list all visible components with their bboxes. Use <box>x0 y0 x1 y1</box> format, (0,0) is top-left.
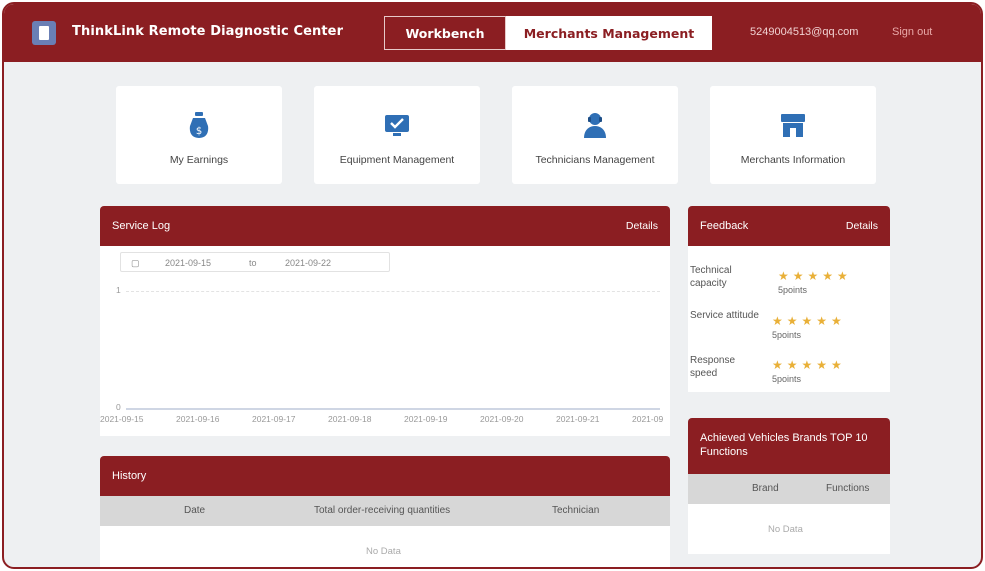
x-axis-line <box>126 408 660 410</box>
app-window: ThinkLink Remote Diagnostic Center Workb… <box>2 2 983 569</box>
x-tick: 2021-09-16 <box>176 414 220 424</box>
date-separator: to <box>249 258 257 268</box>
date-from[interactable]: 2021-09-15 <box>165 258 211 268</box>
x-tick: 2021-09-19 <box>404 414 448 424</box>
history-header: History <box>100 456 670 496</box>
top-navigation-bar: ThinkLink Remote Diagnostic Center Workb… <box>4 4 981 62</box>
brand-ranking-title: Achieved Vehicles Brands TOP 10 Function… <box>700 432 868 458</box>
user-email[interactable]: 5249004513@qq.com <box>750 26 858 38</box>
brand-ranking-table-header: Brand Functions <box>688 474 890 504</box>
x-tick: 2021-09-18 <box>328 414 372 424</box>
history-title: History <box>112 470 147 482</box>
column-brand: Brand <box>752 483 779 494</box>
rating-points: 5points <box>778 285 808 295</box>
column-date: Date <box>184 505 206 516</box>
feedback-label: Response speed <box>690 355 736 379</box>
x-tick: 2021-09-17 <box>252 414 296 424</box>
svg-text:$: $ <box>196 126 202 137</box>
x-tick: 2021-09-15 <box>100 414 144 424</box>
technician-icon <box>584 113 606 138</box>
card-label: My Earnings <box>169 154 229 166</box>
column-technician: Technician <box>552 505 600 516</box>
tab-merchants-management[interactable]: Merchants Management <box>506 16 712 50</box>
feedback-details-link[interactable]: Details <box>846 220 878 232</box>
history-table-header: Date Total order-receiving quantities Te… <box>100 496 670 526</box>
service-log-title: Service Log <box>112 220 171 232</box>
rating-points: 5points <box>772 330 802 340</box>
x-tick: 2021-09 <box>632 414 664 424</box>
date-range-picker[interactable]: ▢ 2021-09-15 to 2021-09-22 <box>120 252 390 272</box>
x-tick: 2021-09-20 <box>480 414 524 424</box>
money-bag-icon: $ <box>189 112 209 138</box>
monitor-check-icon <box>385 115 409 136</box>
empty-state: No Data <box>366 546 401 557</box>
card-equipment-management[interactable]: Equipment Management <box>314 86 480 184</box>
card-label: Merchants Information <box>740 154 846 166</box>
rating-stars: ★★★★★ <box>778 269 852 283</box>
card-technicians-management[interactable]: Technicians Management <box>512 86 678 184</box>
feedback-title: Feedback <box>700 220 749 232</box>
card-merchants-information[interactable]: Merchants Information <box>710 86 876 184</box>
app-title: ThinkLink Remote Diagnostic Center <box>72 24 344 39</box>
column-total-orders: Total order-receiving quantities <box>314 505 451 516</box>
feedback-label: Technical capacity <box>690 265 732 289</box>
service-log-details-link[interactable]: Details <box>626 220 658 232</box>
date-to[interactable]: 2021-09-22 <box>285 258 331 268</box>
card-label: Technicians Management <box>535 154 655 166</box>
column-functions: Functions <box>826 483 870 494</box>
feedback-header: Feedback Details <box>688 206 890 246</box>
y-tick: 0 <box>116 402 121 412</box>
feedback-label: Service attitude <box>690 310 759 321</box>
service-log-header: Service Log Details <box>100 206 670 246</box>
rating-stars: ★★★★★ <box>772 358 846 372</box>
store-icon <box>781 114 805 137</box>
card-my-earnings[interactable]: $ My Earnings <box>116 86 282 184</box>
empty-state: No Data <box>768 524 803 535</box>
gridline <box>126 291 660 292</box>
rating-points: 5points <box>772 374 802 384</box>
tab-workbench[interactable]: Workbench <box>384 16 506 50</box>
rating-stars: ★★★★★ <box>772 314 846 328</box>
y-tick: 1 <box>116 285 121 295</box>
sign-out-link[interactable]: Sign out <box>892 26 932 38</box>
x-tick: 2021-09-21 <box>556 414 600 424</box>
brand-ranking-header: Achieved Vehicles Brands TOP 10 Function… <box>688 418 890 474</box>
calendar-icon: ▢ <box>131 258 140 268</box>
card-label: Equipment Management <box>339 154 455 166</box>
app-logo-icon <box>32 21 56 45</box>
